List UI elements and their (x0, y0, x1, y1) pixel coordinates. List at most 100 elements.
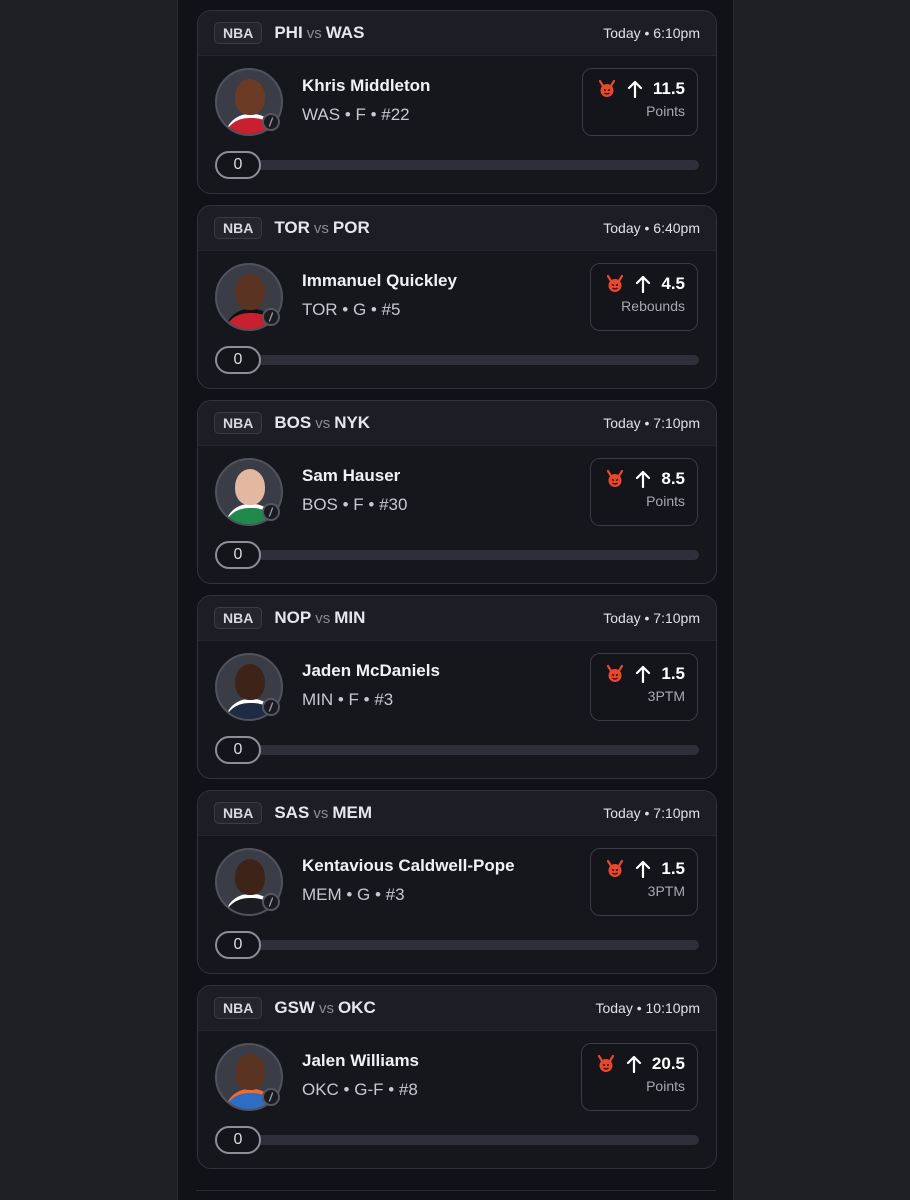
prop-line: 20.5 (651, 1054, 685, 1073)
arrow-up-icon (636, 665, 651, 683)
card-header: NBA PHI vs WAS Today • 6:10pm (198, 11, 716, 56)
prop-button[interactable]: 8.5 Points (590, 458, 698, 526)
progress-value: 0 (215, 151, 261, 179)
league-badge: NBA (214, 217, 263, 239)
arrow-up-icon (636, 470, 651, 488)
pick-card[interactable]: NBA NOP vs MIN Today • 7:10pm Jaden McDaniels… (197, 595, 717, 779)
team-badge (262, 503, 280, 521)
matchup: TOR vs POR (274, 218, 369, 238)
divider (196, 1190, 716, 1191)
game-time: Today • 7:10pm (603, 415, 700, 431)
player-meta: MIN • F • #3 (302, 690, 394, 709)
matchup: GSW vs OKC (274, 998, 375, 1018)
player-name[interactable]: Kentavious Caldwell-Pope (302, 856, 515, 876)
card-body: Kentavious Caldwell-Pope MEM • G • #3 1.5 3… (198, 836, 716, 973)
prop-line-row: 20.5 (596, 1054, 685, 1074)
prop-line-row: 11.5 (597, 79, 685, 99)
home-team: NOP (274, 608, 312, 627)
game-time: Today • 6:40pm (603, 220, 700, 236)
avatar-face (235, 79, 265, 115)
progress-value: 0 (215, 541, 261, 569)
matchup: BOS vs NYK (274, 413, 370, 433)
player-name[interactable]: Jaden McDaniels (302, 661, 440, 681)
progress-track (245, 745, 699, 755)
card-body: Khris Middleton WAS • F • #22 11.5 Points 0 (198, 56, 716, 193)
league-badge: NBA (214, 22, 263, 44)
prop-button[interactable]: 20.5 Points (580, 1043, 698, 1111)
prop-button[interactable]: 1.5 3PTM (590, 653, 698, 721)
away-team: MEM (332, 803, 372, 822)
avatar-face (235, 1054, 265, 1090)
card-header: NBA GSW vs OKC Today • 10:10pm (198, 986, 716, 1031)
prop-stat: 3PTM (647, 883, 685, 899)
player-name[interactable]: Sam Hauser (302, 466, 400, 486)
progress-track (245, 160, 699, 170)
prop-stat: Points (646, 493, 685, 509)
prop-line: 4.5 (661, 274, 685, 293)
team-badge-icon (268, 897, 274, 907)
prop-button[interactable]: 1.5 3PTM (590, 848, 698, 916)
player-name[interactable]: Khris Middleton (302, 76, 430, 96)
vs-label: vs (313, 805, 329, 822)
vs-label: vs (315, 610, 331, 627)
game-time: Today • 7:10pm (603, 805, 700, 821)
pick-card[interactable]: NBA SAS vs MEM Today • 7:10pm Kentavious Cald… (197, 790, 717, 974)
progress-value: 0 (215, 931, 261, 959)
progress-row: 0 (215, 736, 699, 764)
prop-line-row: 1.5 (605, 664, 685, 684)
devil-icon (607, 859, 624, 877)
home-team: GSW (274, 998, 315, 1017)
progress-value: 0 (215, 346, 261, 374)
progress-track (245, 550, 699, 560)
prop-line: 1.5 (661, 859, 685, 878)
pick-card[interactable]: NBA TOR vs POR Today • 6:40pm Immanuel Quickl… (197, 205, 717, 389)
right-backdrop (734, 0, 910, 1200)
devil-icon (607, 664, 624, 682)
progress-value: 0 (215, 736, 261, 764)
avatar-face (235, 469, 265, 505)
vs-label: vs (313, 220, 329, 237)
league-badge: NBA (214, 412, 263, 434)
pick-card[interactable]: NBA BOS vs NYK Today • 7:10pm Sam Hauser BOS •… (197, 400, 717, 584)
game-time: Today • 7:10pm (603, 610, 700, 626)
pick-card[interactable]: NBA PHI vs WAS Today • 6:10pm Khris Middleton… (197, 10, 717, 194)
devil-icon (607, 469, 624, 487)
player-name[interactable]: Jalen Williams (302, 1051, 419, 1071)
prop-button[interactable]: 4.5 Rebounds (590, 263, 698, 331)
prop-button[interactable]: 11.5 Points (581, 68, 698, 136)
prop-line: 8.5 (661, 469, 685, 488)
player-meta: OKC • G-F • #8 (302, 1080, 418, 1099)
progress-value: 0 (215, 1126, 261, 1154)
league-badge: NBA (214, 997, 263, 1019)
prop-stat: Points (646, 103, 685, 119)
card-header: NBA BOS vs NYK Today • 7:10pm (198, 401, 716, 446)
prop-stat: Rebounds (621, 298, 685, 314)
card-header: NBA NOP vs MIN Today • 7:10pm (198, 596, 716, 641)
prop-stat: Points (646, 1078, 685, 1094)
progress-row: 0 (215, 1126, 699, 1154)
card-body: Immanuel Quickley TOR • G • #5 4.5 Rebounds… (198, 251, 716, 388)
picks-feed[interactable]: NBA PHI vs WAS Today • 6:10pm Khris Middleton… (177, 0, 734, 1200)
player-name[interactable]: Immanuel Quickley (302, 271, 457, 291)
avatar-face (235, 664, 265, 700)
player-meta: TOR • G • #5 (302, 300, 401, 319)
team-badge-icon (268, 702, 274, 712)
away-team: MIN (334, 608, 366, 627)
home-team: TOR (274, 218, 310, 237)
team-badge (262, 698, 280, 716)
pick-card[interactable]: NBA GSW vs OKC Today • 10:10pm Jalen Williams… (197, 985, 717, 1169)
team-badge (262, 893, 280, 911)
prop-line-row: 4.5 (605, 274, 685, 294)
card-body: Sam Hauser BOS • F • #30 8.5 Points 0 (198, 446, 716, 583)
home-team: PHI (274, 23, 303, 42)
arrow-up-icon (636, 275, 651, 293)
devil-icon (607, 274, 624, 292)
progress-track (245, 940, 699, 950)
card-body: Jaden McDaniels MIN • F • #3 1.5 3PTM 0 (198, 641, 716, 778)
team-badge-icon (268, 117, 274, 127)
away-team: WAS (325, 23, 365, 42)
game-time: Today • 6:10pm (603, 25, 700, 41)
card-body: Jalen Williams OKC • G-F • #8 20.5 Points 0 (198, 1031, 716, 1168)
away-team: POR (332, 218, 370, 237)
league-badge: NBA (214, 802, 263, 824)
